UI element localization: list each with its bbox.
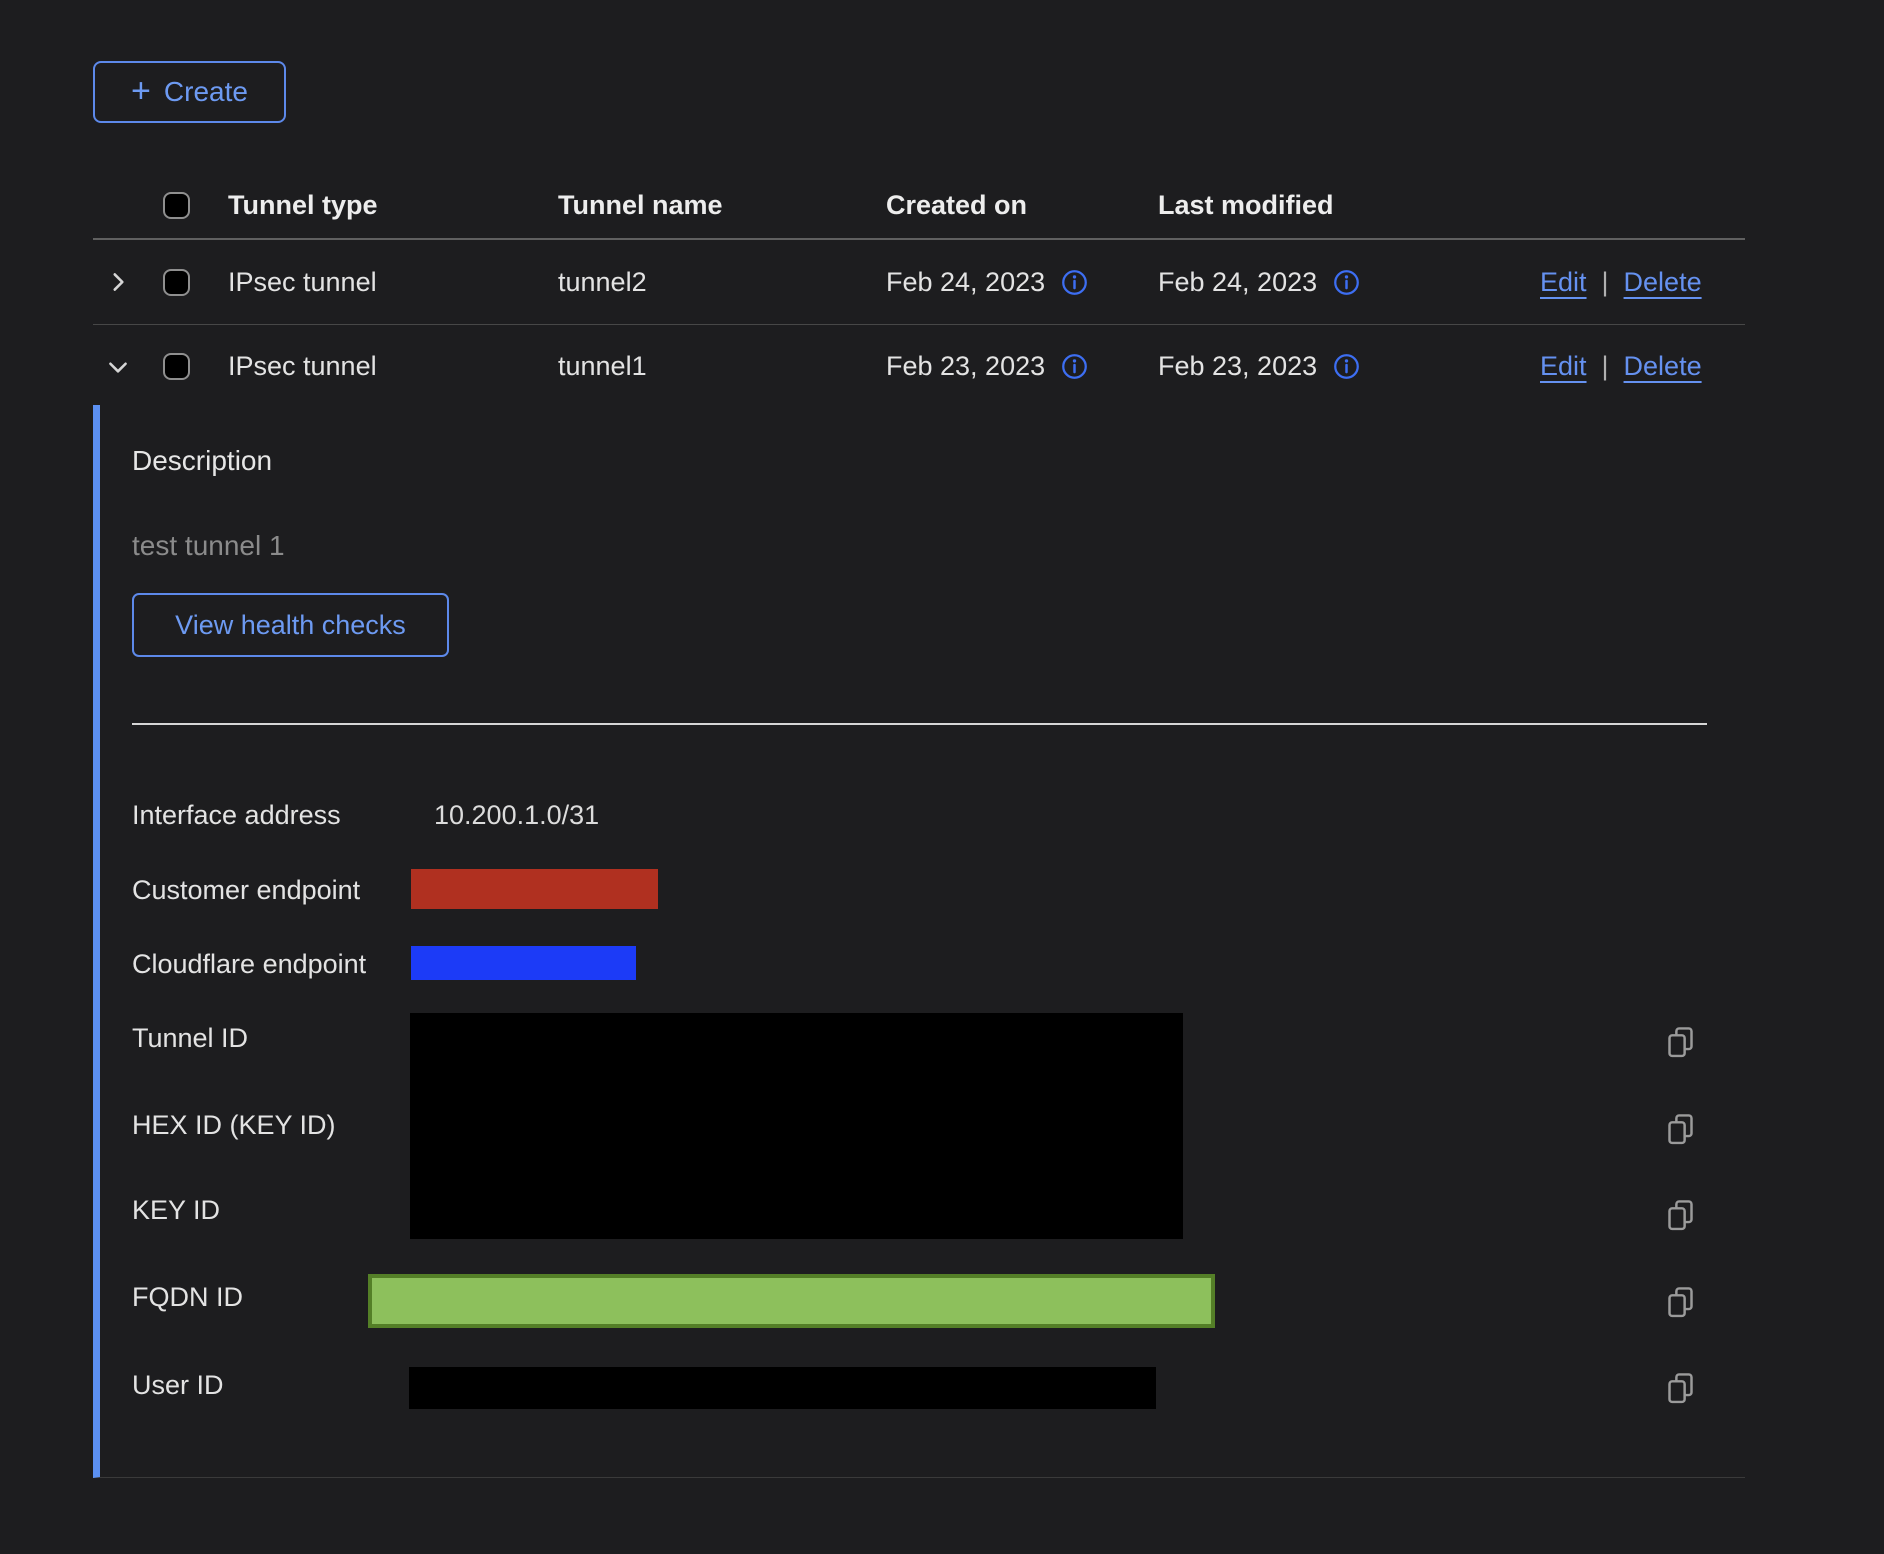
- user-id-label: User ID: [132, 1370, 224, 1401]
- copy-hex-id-button[interactable]: [1662, 1110, 1698, 1146]
- tunnel-name-cell: tunnel2: [558, 267, 886, 298]
- chevron-right-icon: [105, 269, 131, 295]
- info-icon: [1333, 269, 1360, 296]
- last-modified-value: Feb 23, 2023: [1158, 351, 1317, 382]
- delete-link[interactable]: Delete: [1624, 351, 1702, 382]
- table-row-tunnel2: IPsec tunnel tunnel2 Feb 24, 2023 Feb 24…: [93, 240, 1745, 324]
- tunnel-detail-panel: Description test tunnel 1 View health ch…: [93, 405, 1745, 1478]
- chevron-down-icon: [105, 354, 131, 380]
- info-icon[interactable]: [1061, 353, 1088, 380]
- fqdn-id-redacted-value: [368, 1274, 1215, 1328]
- cloudflare-endpoint-label: Cloudflare endpoint: [132, 949, 366, 980]
- hex-id-label: HEX ID (KEY ID): [132, 1110, 336, 1141]
- panel-divider: [132, 723, 1707, 725]
- created-on-value: Feb 23, 2023: [886, 351, 1045, 382]
- last-modified-value: Feb 24, 2023: [1158, 267, 1317, 298]
- plus-icon: +: [131, 74, 151, 108]
- header-tunnel-type: Tunnel type: [228, 190, 558, 221]
- info-icon: [1333, 353, 1360, 380]
- ids-redacted-value: [410, 1013, 1183, 1239]
- cloudflare-endpoint-redacted-value: [411, 946, 636, 980]
- ipsec-tunnels-page: + Create Tunnel type Tunnel name Created…: [0, 0, 1884, 1554]
- customer-endpoint-label: Customer endpoint: [132, 875, 360, 906]
- copy-icon: [1664, 1285, 1697, 1318]
- tunnel-type-cell: IPsec tunnel: [228, 351, 558, 382]
- info-icon[interactable]: [1333, 353, 1360, 380]
- copy-fqdn-id-button[interactable]: [1662, 1283, 1698, 1319]
- row-checkbox[interactable]: [163, 269, 190, 296]
- table-header-row: Tunnel type Tunnel name Created on Last …: [93, 172, 1745, 240]
- customer-endpoint-redacted-value: [411, 869, 658, 909]
- key-id-label: KEY ID: [132, 1195, 220, 1226]
- info-icon[interactable]: [1333, 269, 1360, 296]
- copy-icon: [1664, 1112, 1697, 1145]
- copy-tunnel-id-button[interactable]: [1662, 1023, 1698, 1059]
- interface-address-label: Interface address: [132, 800, 341, 831]
- header-last-modified: Last modified: [1158, 190, 1540, 221]
- copy-icon: [1664, 1198, 1697, 1231]
- user-id-redacted-value: [409, 1367, 1156, 1409]
- info-icon[interactable]: [1061, 269, 1088, 296]
- copy-user-id-button[interactable]: [1662, 1369, 1698, 1405]
- fqdn-id-label: FQDN ID: [132, 1282, 243, 1313]
- collapse-row-button[interactable]: [101, 350, 135, 384]
- expand-row-button[interactable]: [101, 265, 135, 299]
- created-on-value: Feb 24, 2023: [886, 267, 1045, 298]
- actions-separator: |: [1602, 351, 1609, 382]
- select-all-checkbox[interactable]: [163, 192, 190, 219]
- tunnels-table: Tunnel type Tunnel name Created on Last …: [93, 172, 1745, 408]
- delete-link[interactable]: Delete: [1624, 267, 1702, 298]
- info-icon: [1061, 269, 1088, 296]
- tunnel-id-label: Tunnel ID: [132, 1023, 248, 1054]
- create-button[interactable]: + Create: [93, 61, 286, 123]
- header-created-on: Created on: [886, 190, 1158, 221]
- edit-link[interactable]: Edit: [1540, 351, 1587, 382]
- row-checkbox[interactable]: [163, 353, 190, 380]
- create-button-label: Create: [164, 76, 248, 108]
- copy-icon: [1664, 1371, 1697, 1404]
- tunnel-name-cell: tunnel1: [558, 351, 886, 382]
- copy-icon: [1664, 1025, 1697, 1058]
- description-value: test tunnel 1: [132, 530, 285, 562]
- info-icon: [1061, 353, 1088, 380]
- view-health-checks-button[interactable]: View health checks: [132, 593, 449, 657]
- actions-separator: |: [1602, 267, 1609, 298]
- table-row-tunnel1: IPsec tunnel tunnel1 Feb 23, 2023 Feb 23…: [93, 324, 1745, 408]
- tunnel-type-cell: IPsec tunnel: [228, 267, 558, 298]
- description-label: Description: [132, 445, 272, 477]
- header-tunnel-name: Tunnel name: [558, 190, 886, 221]
- copy-key-id-button[interactable]: [1662, 1196, 1698, 1232]
- edit-link[interactable]: Edit: [1540, 267, 1587, 298]
- interface-address-value: 10.200.1.0/31: [434, 800, 599, 831]
